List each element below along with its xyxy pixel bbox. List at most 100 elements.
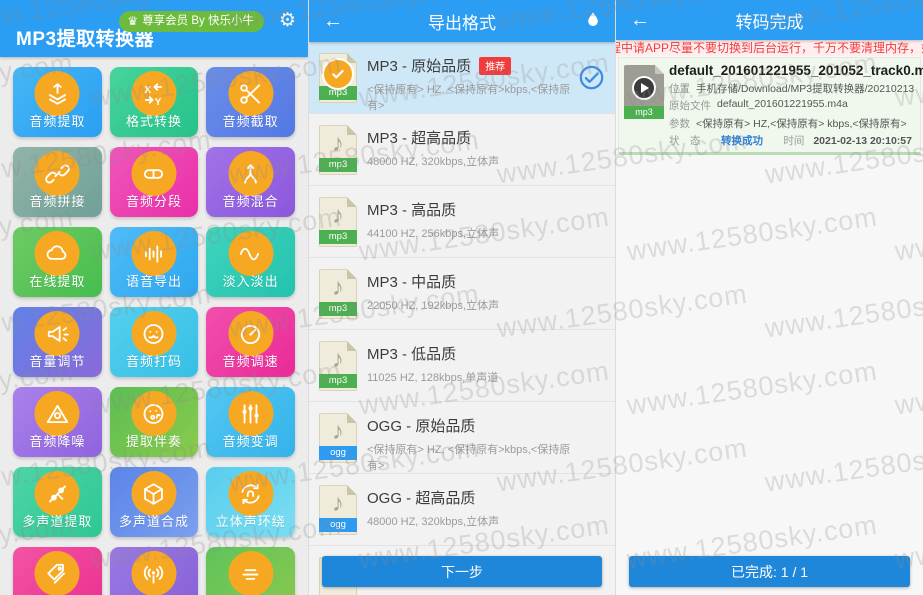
file-ext-banner: mp3 — [319, 230, 357, 244]
result-card[interactable]: mp3 default_201601221955_201052_track0.m… — [618, 57, 921, 155]
tile-gauge[interactable]: 音频调速 — [206, 307, 295, 377]
play-icon[interactable] — [632, 76, 656, 100]
result-location-row: 位置 手机存储/Download/MP3提取转换器/20210213 — [669, 81, 916, 96]
svg-text:X: X — [145, 84, 152, 95]
warning-marquee: 程中请APP尽量不要切换到后台运行，千万不要清理内存，如果可以请将转 — [616, 40, 923, 56]
tags-icon — [35, 551, 80, 595]
audio-file-icon: ♪mp3 — [319, 125, 357, 175]
file-ext-banner: mp3 — [624, 106, 664, 119]
format-desc: 48000 HZ, 320kbps,立体声 — [367, 153, 571, 169]
segment-icon — [131, 151, 176, 196]
ink-drop-icon[interactable] — [583, 10, 603, 32]
tile-segment[interactable]: 音频分段 — [110, 147, 199, 217]
back-arrow-icon[interactable]: ← — [616, 0, 664, 40]
tile-label: 音频提取 — [13, 111, 102, 130]
tile-sine[interactable]: 淡入淡出 — [206, 227, 295, 297]
result-file-name: default_201601221955_201052_track0.mp3 — [669, 63, 916, 78]
tile-megaphone[interactable]: 音量调节 — [13, 307, 102, 377]
home-panel: MP3提取转换器 ♛ 尊享会员 By 快乐小牛 ⚙ 音频提取 XY 格式转换音频截取… — [0, 0, 308, 595]
tile-link[interactable]: 音频拼接 — [13, 147, 102, 217]
branch-icon — [35, 471, 80, 516]
cube-icon — [131, 471, 176, 516]
tile-whistle-face[interactable]: 提取伴奏 — [110, 387, 199, 457]
broadcast-icon — [131, 551, 176, 595]
feature-grid: 音频提取 XY 格式转换音频截取音频拼接音频分段音频混合在线提取语音导出淡入淡出音量… — [0, 57, 308, 595]
format-item[interactable]: ♪mp3MP3 - 低品质11025 HZ, 128kbps,单声道 — [309, 330, 615, 402]
tile-tags[interactable] — [13, 547, 102, 595]
tile-branch[interactable]: 多声道提取 — [13, 467, 102, 537]
tile-cube[interactable]: 多声道合成 — [110, 467, 199, 537]
tile-waveform[interactable]: 语音导出 — [110, 227, 199, 297]
tile-label: 淡入淡出 — [206, 271, 295, 290]
audio-file-icon: ♪mp3 — [319, 341, 357, 391]
tile-label: 提取伴奏 — [110, 431, 199, 450]
tile-label: 音频变调 — [206, 431, 295, 450]
format-title: MP3 - 超高品质 — [367, 127, 571, 148]
tile-merge[interactable]: 音频混合 — [206, 147, 295, 217]
settings-gear-icon[interactable]: ⚙ — [279, 10, 296, 32]
format-title: MP3 - 低品质 — [367, 343, 571, 364]
format-desc: 22050 HZ, 192kbps,立体声 — [367, 297, 571, 313]
tile-censor-face[interactable]: 音频打码 — [110, 307, 199, 377]
sliders-icon — [228, 391, 273, 436]
format-item[interactable]: ♪ogg OGG - 原始品质 <保持原有> HZ, <保持原有>kbps,<保持原… — [309, 402, 615, 474]
audio-file-icon: ♪ogg — [319, 485, 357, 535]
selected-check-overlay-icon — [322, 58, 354, 90]
home-header: MP3提取转换器 ♛ 尊享会员 By 快乐小牛 ⚙ — [0, 0, 308, 57]
censor-face-icon — [131, 311, 176, 356]
tile-layers-extract[interactable]: 音频提取 — [13, 67, 102, 137]
tile-format-convert[interactable]: XY 格式转换 — [110, 67, 199, 137]
format-desc: 48000 HZ, 320kbps,立体声 — [367, 513, 571, 529]
vip-badge[interactable]: ♛ 尊享会员 By 快乐小牛 — [119, 11, 264, 32]
audio-file-icon: ♪ogg — [319, 413, 357, 463]
format-desc: <保持原有> HZ, <保持原有>kbps,<保持原有> — [367, 81, 571, 113]
back-arrow-icon[interactable]: ← — [309, 1, 357, 41]
transcode-done-panel: ← 转码完成 程中请APP尽量不要切换到后台运行，千万不要清理内存，如果可以请将… — [615, 0, 923, 595]
format-item[interactable]: ♪oggOGG - 超高品质48000 HZ, 320kbps,立体声 — [309, 474, 615, 546]
tile-label: 语音导出 — [110, 271, 199, 290]
tile-label: 音频截取 — [206, 111, 295, 130]
tile-denoise[interactable]: 音频降噪 — [13, 387, 102, 457]
tile-label: 格式转换 — [110, 111, 199, 130]
vip-badge-label: 尊享会员 By 快乐小牛 — [142, 11, 254, 32]
music-note-icon: ♪ — [320, 418, 356, 446]
format-item[interactable]: ♪mp3 MP3 - 原始品质推荐 <保持原有> HZ, <保持原有>kbps,<保… — [309, 42, 615, 114]
tile-cloud[interactable]: 在线提取 — [13, 227, 102, 297]
format-title: OGG - 原始品质 — [367, 415, 571, 436]
music-note-icon: ♪ — [320, 490, 356, 518]
format-desc: <保持原有> HZ, <保持原有>kbps,<保持原有> — [367, 441, 571, 473]
waveform-icon — [131, 231, 176, 276]
format-title: MP3 - 高品质 — [367, 199, 571, 220]
tile-label: 音频拼接 — [13, 191, 102, 210]
format-title: MP3 - 中品质 — [367, 271, 571, 292]
format-item[interactable]: ♪mp3MP3 - 高品质44100 HZ, 256kbps,立体声 — [309, 186, 615, 258]
done-header: ← 转码完成 — [616, 0, 923, 40]
format-title: MP3 - 原始品质推荐 — [367, 55, 571, 76]
file-ext-banner: ogg — [319, 518, 357, 532]
tile-sliders[interactable]: 音频变调 — [206, 387, 295, 457]
cloud-icon — [35, 231, 80, 276]
svg-text:Y: Y — [155, 96, 162, 106]
tile-scissors[interactable]: 音频截取 — [206, 67, 295, 137]
music-note-icon: ♪ — [320, 274, 356, 302]
status-success: 转换成功 — [721, 135, 763, 147]
format-item[interactable]: ♪mp3 MP3 - 超高品质 48000 HZ, 320kbps,立体声 — [309, 114, 615, 186]
audio-file-icon: ♪mp3 — [319, 53, 357, 103]
megaphone-icon — [35, 311, 80, 356]
completed-count-button[interactable]: 已完成: 1 / 1 — [629, 556, 910, 587]
next-step-button[interactable]: 下一步 — [322, 556, 602, 587]
export-format-panel: ← 导出格式 ♪mp3MP3 - 原始品质推荐<保持原有> HZ, <保持原有>… — [308, 0, 615, 595]
tile-surround[interactable]: 立体声环绕 — [206, 467, 295, 537]
result-source-row: 原始文件 default_201601221955.m4a — [669, 98, 916, 113]
tile-label: 音频调速 — [206, 351, 295, 370]
sine-icon — [228, 231, 273, 276]
audio-file-icon: ♪mp3 — [319, 269, 357, 319]
file-ext-banner: mp3 — [319, 302, 357, 316]
format-item[interactable]: ♪mp3 MP3 - 中品质 22050 HZ, 192kbps,立体声 — [309, 258, 615, 330]
check-circle-icon[interactable] — [578, 64, 605, 91]
tile-label: 音频混合 — [206, 191, 295, 210]
tile-broadcast[interactable] — [110, 547, 199, 595]
tile-playlist[interactable] — [206, 547, 295, 595]
tile-label: 音频打码 — [110, 351, 199, 370]
tile-label: 音频分段 — [110, 191, 199, 210]
